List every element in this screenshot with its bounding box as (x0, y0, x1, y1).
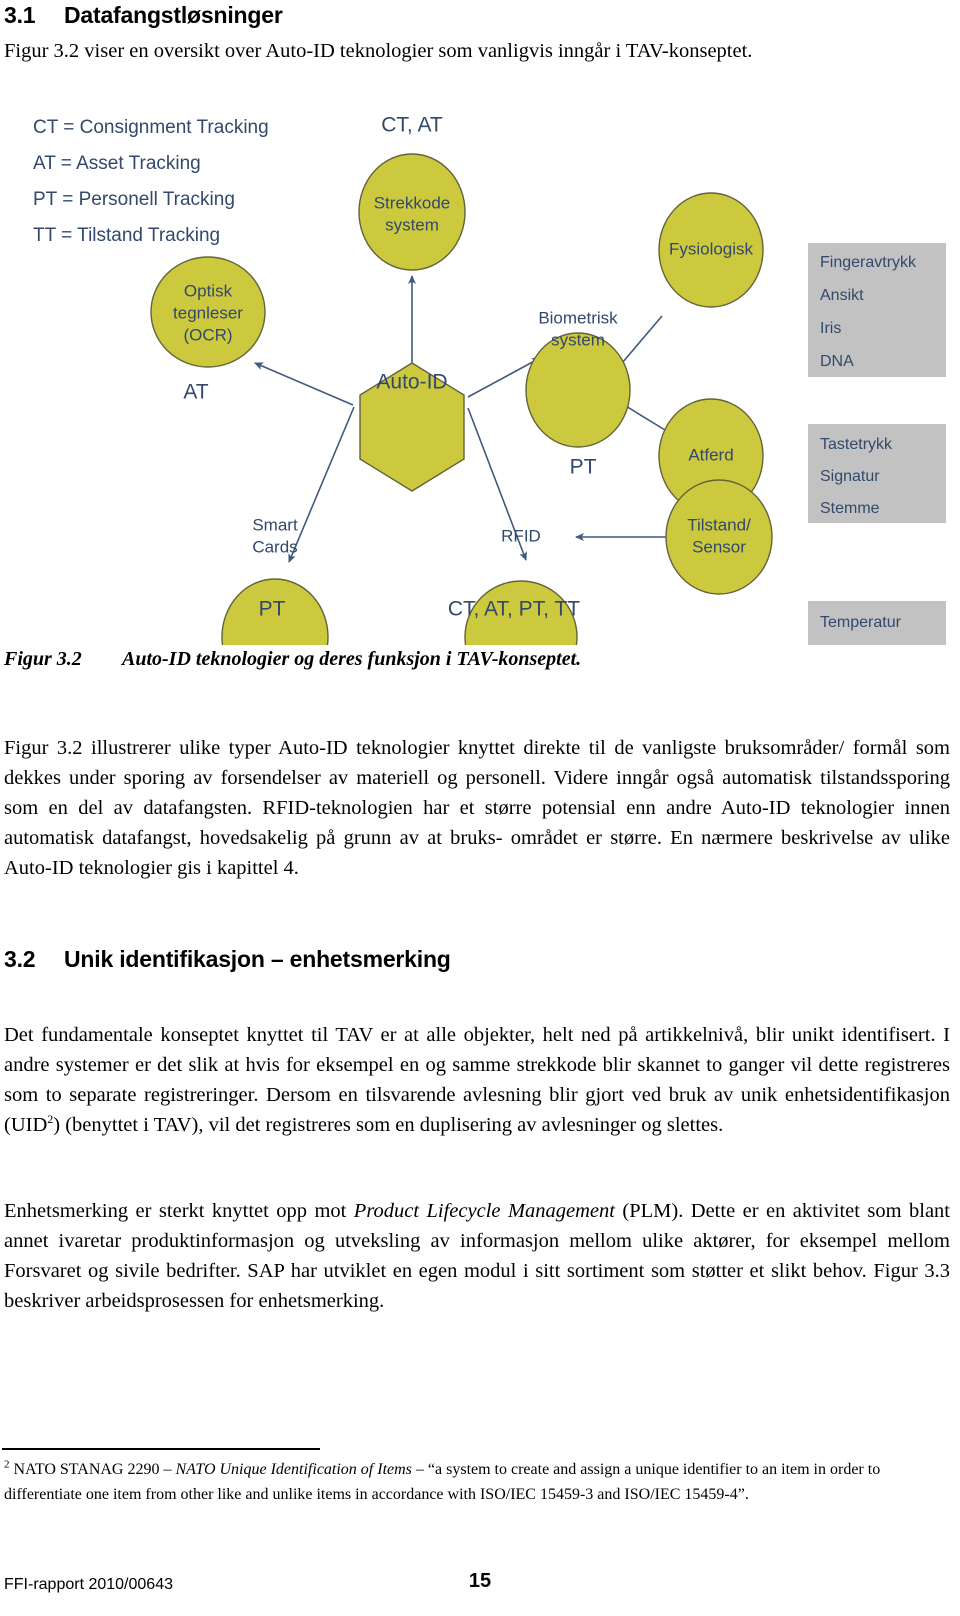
heading-3-1: 3.1 Datafangstløsninger (4, 2, 283, 29)
connector-hub-to-smartcards (288, 406, 355, 563)
node-smart-cards[interactable]: Smart Cards (221, 515, 329, 645)
node-fysiologisk[interactable]: Fysiologisk (658, 192, 764, 308)
footnote-text-a: NATO STANAG 2290 – (9, 1461, 176, 1478)
diagram-legend: CT = Consignment Tracking AT = Asset Tra… (33, 117, 269, 246)
legend-item-pt: PT = Personell Tracking (33, 189, 235, 210)
node-biometrisk-system[interactable]: Biometrisk system (525, 308, 631, 448)
trait-tastetrykk: Tastetrykk (820, 436, 893, 453)
footnote-separator-rule (2, 1448, 320, 1450)
node-smartcards-line2: Cards (252, 537, 297, 556)
tag-rfid: CT, AT, PT, TT (448, 598, 580, 621)
gray-box-sensor: Temperatur Vibrasjon Lys (808, 601, 946, 645)
auto-id-diagram-svg: Fingeravtrykk Ansikt Iris DNA Tastetrykk… (33, 114, 946, 645)
tag-biometrisk: PT (570, 456, 597, 479)
footnote-2: 2 NATO STANAG 2290 – NATO Unique Identif… (4, 1457, 948, 1507)
paragraph-2-part-a: Enhetsmerking er sterkt knyttet opp mot (4, 1200, 354, 1222)
node-fysiologisk-label: Fysiologisk (669, 239, 754, 258)
node-ocr-line3: (OCR) (183, 325, 232, 344)
paragraph-after-figure: Figur 3.2 illustrerer ulike typer Auto-I… (4, 737, 950, 879)
connector-hub-to-ocr (254, 362, 354, 406)
node-tilstand-line2: Sensor (692, 537, 746, 556)
trait-iris: Iris (820, 320, 841, 337)
trait-temperatur: Temperatur (820, 614, 902, 631)
node-strekkode-system[interactable]: Strekkode system (358, 153, 466, 271)
node-strekkode-line2: system (385, 215, 439, 234)
heading-3-2: 3.2 Unik identifikasjon – enhetsmerking (4, 946, 451, 973)
heading-3-1-number: 3.1 (4, 2, 36, 28)
figure-caption-text: Auto-ID teknologier og deres funksjon i … (122, 648, 582, 670)
node-tilstand-sensor[interactable]: Tilstand/ Sensor (665, 479, 773, 595)
node-rfid-label: RFID (501, 526, 541, 545)
intro-paragraph: Figur 3.2 viser en oversikt over Auto-ID… (4, 40, 753, 62)
trait-ansikt: Ansikt (820, 287, 864, 304)
footnote-italic-title: NATO Unique Identification of Items (175, 1461, 412, 1478)
heading-3-2-title: Unik identifikasjon – enhetsmerking (64, 946, 451, 972)
document-page: 3.1 Datafangstløsninger Figur 3.2 viser e… (0, 0, 960, 1616)
node-tilstand-line1: Tilstand/ (687, 515, 751, 534)
gray-box-atferd: Tastetrykk Signatur Stemme (808, 424, 946, 523)
node-rfid[interactable]: RFID (464, 526, 578, 645)
node-biometrisk-line2: system (551, 330, 605, 349)
trait-dna: DNA (820, 353, 854, 370)
section-3-2-paragraph-1: Det fundamentale konseptet knyttet til T… (4, 1020, 950, 1140)
tag-smartcards: PT (259, 598, 286, 621)
heading-3-1-title: Datafangstløsninger (64, 2, 283, 28)
tag-ocr: AT (183, 381, 208, 404)
legend-item-at: AT = Asset Tracking (33, 153, 201, 174)
trait-signatur: Signatur (820, 468, 880, 485)
heading-3-2-number: 3.2 (4, 946, 36, 972)
trait-stemme: Stemme (820, 500, 880, 517)
section-3-2-paragraph-2: Enhetsmerking er sterkt knyttet opp mot … (4, 1196, 950, 1316)
paragraph-2-italic-term: Product Lifecycle Management (353, 1200, 615, 1222)
node-strekkode-line1: Strekkode (374, 193, 451, 212)
node-ocr-line1: Optisk (184, 281, 233, 300)
tag-strekkode: CT, AT (381, 114, 443, 137)
figure-3-2-caption: Figur 3.2 Auto-ID teknologier og deres fu… (4, 648, 581, 671)
node-auto-id-label: Auto-ID (376, 371, 447, 394)
node-biometrisk-line1: Biometrisk (538, 308, 618, 327)
footer-page-number: 15 (468, 1570, 492, 1592)
gray-box-fysiologisk: Fingeravtrykk Ansikt Iris DNA (808, 243, 946, 377)
paragraph-1-part-b: ) (benyttet i TAV), vil det registreres … (53, 1114, 724, 1136)
node-auto-id[interactable]: Auto-ID (359, 362, 465, 492)
node-optisk-tegnleser[interactable]: Optisk tegnleser (OCR) (150, 256, 266, 368)
legend-item-tt: TT = Tilstand Tracking (33, 225, 220, 246)
node-smartcards-line1: Smart (252, 515, 298, 534)
figure-3-2-diagram: Fingeravtrykk Ansikt Iris DNA Tastetrykk… (0, 100, 960, 645)
trait-fingeravtrykk: Fingeravtrykk (820, 254, 917, 271)
legend-item-ct: CT = Consignment Tracking (33, 117, 269, 138)
node-atferd-label: Atferd (688, 445, 733, 464)
figure-caption-label: Figur 3.2 (4, 648, 82, 670)
node-ocr-line2: tegnleser (173, 303, 243, 322)
